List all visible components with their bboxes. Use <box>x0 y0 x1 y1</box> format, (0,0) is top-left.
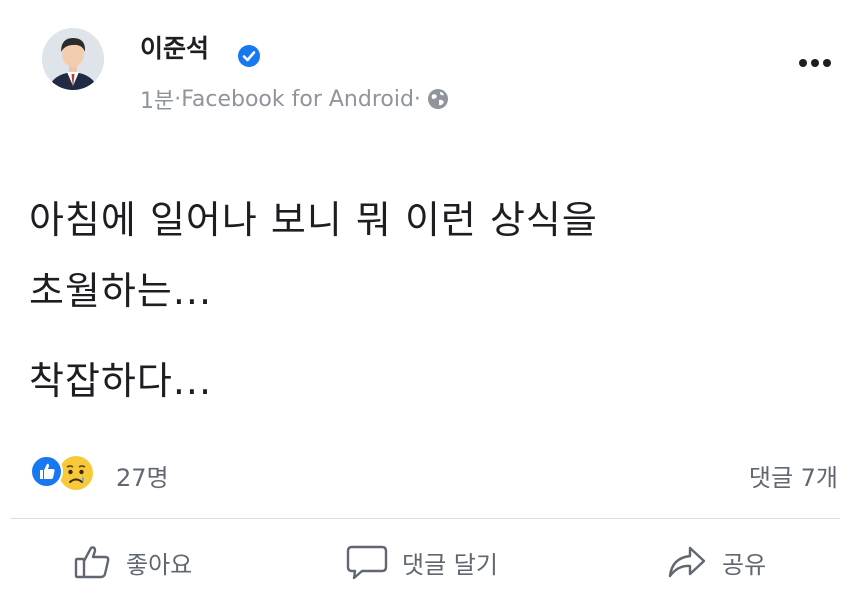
sad-reaction-icon[interactable] <box>58 455 94 491</box>
post-meta: 1분 · Facebook for Android · <box>140 83 449 115</box>
reaction-count[interactable]: 27명 <box>116 458 169 493</box>
meta-separator: · <box>413 86 421 112</box>
post-text-line: 아침에 일어나 보니 뭐 이런 상식을 <box>29 198 598 242</box>
share-button[interactable]: 공유 <box>666 540 766 584</box>
more-options-icon[interactable] <box>798 58 832 68</box>
post-time[interactable]: 1분 <box>140 83 174 115</box>
author-name[interactable]: 이준석 <box>140 36 209 61</box>
like-button[interactable]: 좋아요 <box>74 540 192 584</box>
comment-button[interactable]: 댓글 달기 <box>346 540 498 584</box>
post-source: Facebook for Android <box>181 86 414 112</box>
share-button-label: 공유 <box>722 550 767 579</box>
comment-button-label: 댓글 달기 <box>402 550 498 579</box>
verified-badge-icon <box>238 45 260 67</box>
share-arrow-icon <box>668 546 706 578</box>
like-reaction-icon[interactable] <box>30 455 63 488</box>
post-text-line: 초월하는... <box>29 269 213 313</box>
divider <box>10 518 840 519</box>
comment-bubble-icon <box>346 545 388 580</box>
comment-count[interactable]: 댓글 7개 <box>749 458 838 493</box>
post-text-line: 착잡하다... <box>29 359 213 403</box>
meta-separator: · <box>174 86 182 112</box>
globe-icon[interactable] <box>427 88 449 110</box>
thumbs-up-icon <box>74 546 110 579</box>
like-button-label: 좋아요 <box>126 550 193 579</box>
avatar[interactable] <box>42 28 104 90</box>
